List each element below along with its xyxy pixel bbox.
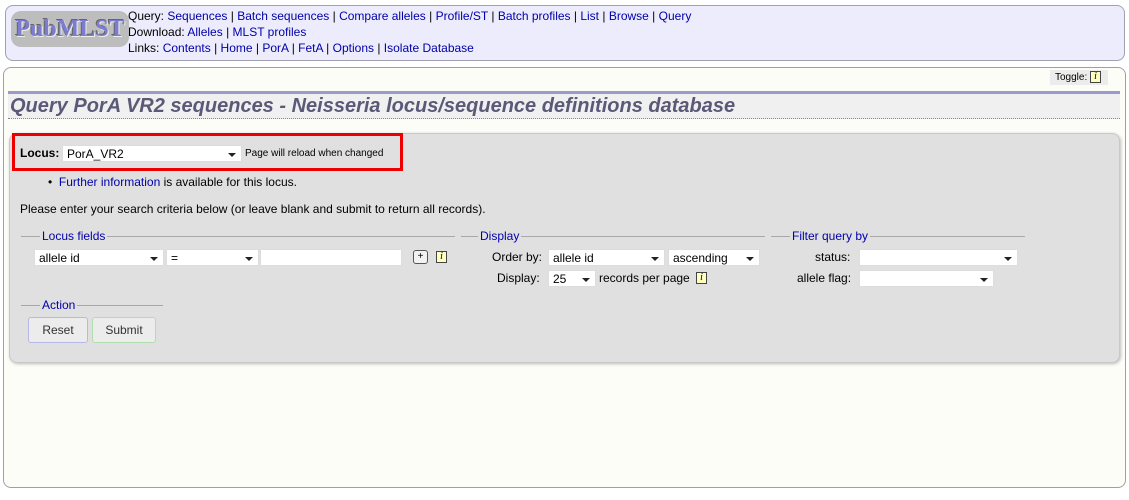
locus-select[interactable]: PorA_VR2 <box>62 145 242 162</box>
display-label: Display: <box>497 271 540 285</box>
instructions: Please enter your search criteria below … <box>20 202 486 216</box>
field-value-input[interactable] <box>260 249 402 266</box>
query-nav: Query: Sequences | Batch sequences | Com… <box>128 9 692 23</box>
nav-link-alleles[interactable]: Alleles <box>187 25 222 39</box>
info-toggle-icon[interactable]: i <box>1090 71 1102 84</box>
page-title: Query PorA VR2 sequences - Neisseria loc… <box>10 95 736 117</box>
field-select[interactable]: allele id <box>34 249 164 266</box>
separator: | <box>329 9 340 23</box>
info-bullet: • Further information is available for t… <box>48 175 297 189</box>
records-per-page-select[interactable]: 25 <box>548 270 596 287</box>
nav-link-query[interactable]: Query <box>659 9 692 23</box>
nav-link-pora[interactable]: PorA <box>262 41 288 55</box>
status-label: status: <box>815 250 851 264</box>
separator: | <box>322 41 333 55</box>
nav-link-profile-st[interactable]: Profile/ST <box>436 9 488 23</box>
nav-link-batch-sequences[interactable]: Batch sequences <box>237 9 329 23</box>
nav-link-mlst-profiles[interactable]: MLST profiles <box>233 25 307 39</box>
locus-reload-note: Page will reload when changed <box>245 148 384 159</box>
separator: | <box>222 25 233 39</box>
nav-link-contents[interactable]: Contents <box>163 41 211 55</box>
submit-button[interactable]: Submit <box>92 317 156 343</box>
nav-link-isolate-database[interactable]: Isolate Database <box>384 41 474 55</box>
separator: | <box>252 41 263 55</box>
records-per-page-label: records per page <box>599 271 690 285</box>
filter-legend: Filter query by <box>790 229 871 243</box>
nav-link-list[interactable]: List <box>580 9 599 23</box>
further-information-link[interactable]: Further information <box>59 175 160 189</box>
separator: | <box>425 9 436 23</box>
nav-link-feta[interactable]: FetA <box>298 41 323 55</box>
separator: | <box>648 9 659 23</box>
reset-button[interactable]: Reset <box>28 317 88 343</box>
links-nav: Links: Contents | Home | PorA | FetA | O… <box>128 41 474 55</box>
separator: | <box>488 9 498 23</box>
operator-select[interactable]: = <box>166 249 259 266</box>
add-field-button[interactable]: + <box>413 250 428 264</box>
nav-link-batch-profiles[interactable]: Batch profiles <box>498 9 571 23</box>
separator: | <box>227 9 238 23</box>
nav-link-options[interactable]: Options <box>333 41 374 55</box>
order-by-select[interactable]: allele id <box>548 249 665 266</box>
display-legend: Display <box>478 229 522 243</box>
separator: | <box>210 41 221 55</box>
separator: | <box>570 9 581 23</box>
title-bar: Query PorA VR2 sequences - Neisseria loc… <box>8 91 1120 119</box>
info-icon[interactable]: i <box>436 251 447 263</box>
direction-select[interactable]: ascending <box>668 249 760 266</box>
allele-flag-label: allele flag: <box>797 271 852 285</box>
separator: | <box>374 41 384 55</box>
toggle-help: Toggle: i <box>1050 70 1108 85</box>
download-nav: Download: Alleles | MLST profiles <box>128 25 307 39</box>
locus-label: Locus: <box>20 146 60 160</box>
status-select[interactable] <box>859 249 1018 266</box>
nav-link-compare-alleles[interactable]: Compare alleles <box>339 9 426 23</box>
allele-flag-select[interactable] <box>859 270 994 287</box>
separator: | <box>288 41 299 55</box>
locus-fields-legend: Locus fields <box>40 229 108 243</box>
nav-link-home[interactable]: Home <box>221 41 253 55</box>
order-by-label: Order by: <box>492 250 543 264</box>
nav-link-sequences[interactable]: Sequences <box>167 9 227 23</box>
info-icon[interactable]: i <box>696 272 707 284</box>
nav-link-browse[interactable]: Browse <box>609 9 649 23</box>
action-legend: Action <box>40 298 78 312</box>
separator: | <box>599 9 609 23</box>
pubmlst-logo[interactable]: PubMLST <box>11 11 129 47</box>
